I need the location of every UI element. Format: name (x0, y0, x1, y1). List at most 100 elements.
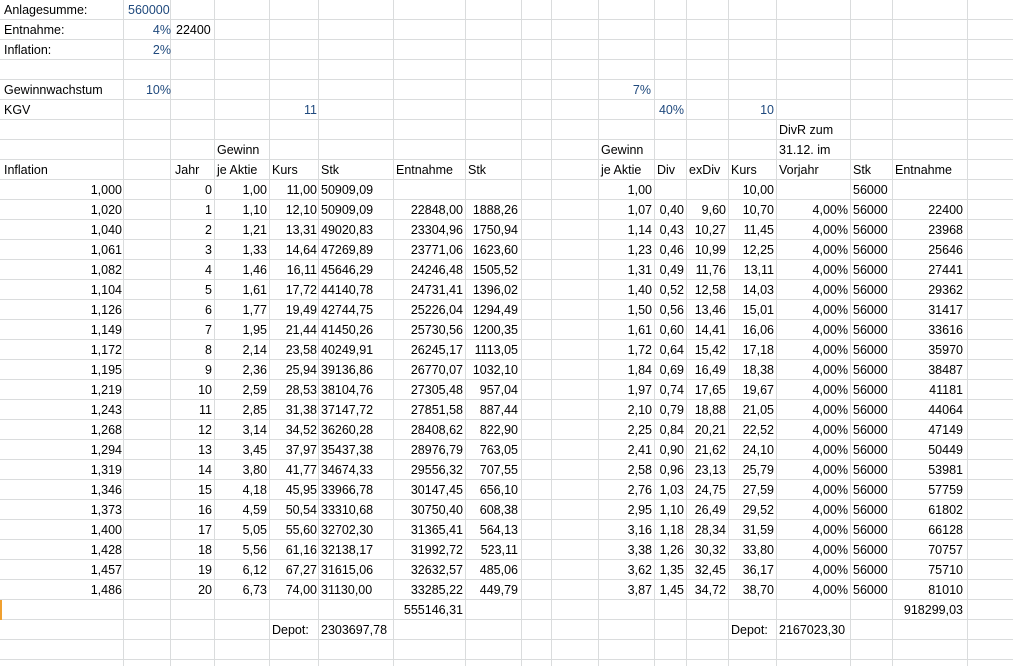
cell-r-kurs[interactable]: 14,03 (729, 280, 774, 300)
cell-gewinn[interactable]: 5,56 (215, 540, 267, 560)
cell-stk[interactable]: 32138,17 (321, 540, 391, 560)
cell-r-entnahme[interactable]: 22400 (893, 200, 963, 220)
cell-r-div[interactable]: 0,96 (655, 460, 684, 480)
cell-inflation[interactable]: 1,319 (60, 460, 122, 480)
gewinnwachstum-pct[interactable]: 10% (124, 80, 171, 100)
cell-r-entnahme[interactable]: 70757 (893, 540, 963, 560)
cell-gewinn[interactable]: 1,10 (215, 200, 267, 220)
cell-r-entnahme[interactable]: 66128 (893, 520, 963, 540)
kgv-value[interactable]: 11 (270, 100, 317, 120)
cell-kurs[interactable]: 28,53 (270, 380, 317, 400)
cell-entnahme[interactable]: 31365,41 (394, 520, 463, 540)
cell-jahr[interactable]: 8 (171, 340, 212, 360)
cell-r-kurs[interactable]: 17,18 (729, 340, 774, 360)
cell-stk[interactable]: 32702,30 (321, 520, 391, 540)
cell-r-entnahme[interactable]: 75710 (893, 560, 963, 580)
cell-r-exdiv[interactable]: 32,45 (687, 560, 726, 580)
header-r-gewinn-bottom[interactable]: je Aktie (601, 160, 653, 180)
cell-r-div[interactable]: 0,84 (655, 420, 684, 440)
cell-r-gewinn[interactable]: 2,95 (599, 500, 652, 520)
cell-r-divr[interactable]: 4,00% (777, 260, 848, 280)
cell-r-gewinn[interactable]: 1,31 (599, 260, 652, 280)
cell-r-div[interactable]: 0,46 (655, 240, 684, 260)
cell-entnahme[interactable]: 26245,17 (394, 340, 463, 360)
entnahme-label[interactable]: Entnahme: (4, 20, 122, 40)
header-gewinn-bottom[interactable]: je Aktie (217, 160, 267, 180)
cell-jahr[interactable]: 1 (171, 200, 212, 220)
cell-r-divr[interactable]: 4,00% (777, 420, 848, 440)
cell-r-exdiv[interactable]: 21,62 (687, 440, 726, 460)
cell-r-entnahme[interactable]: 50449 (893, 440, 963, 460)
cell-r-entnahme[interactable]: 41181 (893, 380, 963, 400)
cell-r-entnahme[interactable]: 81010 (893, 580, 963, 600)
cell-jahr[interactable]: 3 (171, 240, 212, 260)
cell-stk[interactable]: 49020,83 (321, 220, 391, 240)
cell-gewinn[interactable]: 1,95 (215, 320, 267, 340)
cell-r-entnahme[interactable]: 33616 (893, 320, 963, 340)
cell-r-stk[interactable]: 56000 (853, 500, 891, 520)
cell-r-divr[interactable]: 4,00% (777, 360, 848, 380)
cell-r-exdiv[interactable]: 24,75 (687, 480, 726, 500)
cell-inflation[interactable]: 1,000 (60, 180, 122, 200)
cell-stk[interactable]: 36260,28 (321, 420, 391, 440)
cell-r-kurs[interactable]: 19,67 (729, 380, 774, 400)
cell-jahr[interactable]: 5 (171, 280, 212, 300)
cell-jahr[interactable]: 11 (171, 400, 212, 420)
cell-gewinn[interactable]: 3,80 (215, 460, 267, 480)
cell-r-divr[interactable]: 4,00% (777, 440, 848, 460)
cell-entnahme[interactable]: 27305,48 (394, 380, 463, 400)
header-r-exdiv[interactable]: exDiv (689, 160, 727, 180)
cell-r-kurs[interactable]: 25,79 (729, 460, 774, 480)
cell-r-exdiv[interactable]: 15,42 (687, 340, 726, 360)
cell-jahr[interactable]: 14 (171, 460, 212, 480)
cell-r-stk[interactable]: 56000 (853, 400, 891, 420)
header-jahr[interactable]: Jahr (175, 160, 213, 180)
cell-r-exdiv[interactable]: 10,27 (687, 220, 726, 240)
cell-kurs[interactable]: 11,00 (270, 180, 317, 200)
anlagesumme-label[interactable]: Anlagesumme: (4, 0, 122, 20)
cell-r-div[interactable]: 1,03 (655, 480, 684, 500)
cell-r-gewinn[interactable]: 2,10 (599, 400, 652, 420)
cell-jahr[interactable]: 16 (171, 500, 212, 520)
cell-gewinn[interactable]: 5,05 (215, 520, 267, 540)
cell-stk2[interactable]: 1200,35 (466, 320, 518, 340)
cell-stk[interactable]: 33966,78 (321, 480, 391, 500)
entnahme-value[interactable]: 22400 (176, 20, 216, 40)
cell-stk[interactable]: 37147,72 (321, 400, 391, 420)
cell-r-exdiv[interactable]: 11,76 (687, 260, 726, 280)
cell-jahr[interactable]: 18 (171, 540, 212, 560)
cell-r-kurs[interactable]: 31,59 (729, 520, 774, 540)
cell-r-stk[interactable]: 56000 (853, 420, 891, 440)
cell-r-gewinn[interactable]: 1,40 (599, 280, 652, 300)
cell-stk[interactable]: 39136,86 (321, 360, 391, 380)
cell-entnahme[interactable]: 30750,40 (394, 500, 463, 520)
cell-inflation[interactable]: 1,082 (60, 260, 122, 280)
cell-stk[interactable]: 41450,26 (321, 320, 391, 340)
cell-r-entnahme[interactable]: 31417 (893, 300, 963, 320)
cell-r-divr[interactable]: 4,00% (777, 340, 848, 360)
kgv-label[interactable]: KGV (4, 100, 122, 120)
cell-jahr[interactable]: 4 (171, 260, 212, 280)
cell-gewinn[interactable]: 6,73 (215, 580, 267, 600)
cell-r-div[interactable]: 0,49 (655, 260, 684, 280)
cell-r-exdiv[interactable]: 17,65 (687, 380, 726, 400)
cell-stk2[interactable]: 564,13 (466, 520, 518, 540)
cell-kurs[interactable]: 67,27 (270, 560, 317, 580)
header-gewinn-top[interactable]: Gewinn (217, 140, 267, 160)
cell-r-kurs[interactable]: 33,80 (729, 540, 774, 560)
header-r-div[interactable]: Div (657, 160, 685, 180)
cell-entnahme[interactable]: 32632,57 (394, 560, 463, 580)
cell-kurs[interactable]: 16,11 (270, 260, 317, 280)
cell-r-stk[interactable]: 56000 (853, 520, 891, 540)
cell-stk2[interactable]: 887,44 (466, 400, 518, 420)
cell-r-stk[interactable]: 56000 (853, 480, 891, 500)
cell-stk2[interactable]: 1750,94 (466, 220, 518, 240)
cell-gewinn[interactable]: 2,85 (215, 400, 267, 420)
cell-r-divr[interactable]: 4,00% (777, 580, 848, 600)
cell-inflation[interactable]: 1,219 (60, 380, 122, 400)
depot-value-left[interactable]: 2303697,78 (321, 620, 421, 640)
cell-r-exdiv[interactable]: 28,34 (687, 520, 726, 540)
cell-kurs[interactable]: 61,16 (270, 540, 317, 560)
cell-r-div[interactable]: 0,56 (655, 300, 684, 320)
cell-r-gewinn[interactable]: 3,38 (599, 540, 652, 560)
